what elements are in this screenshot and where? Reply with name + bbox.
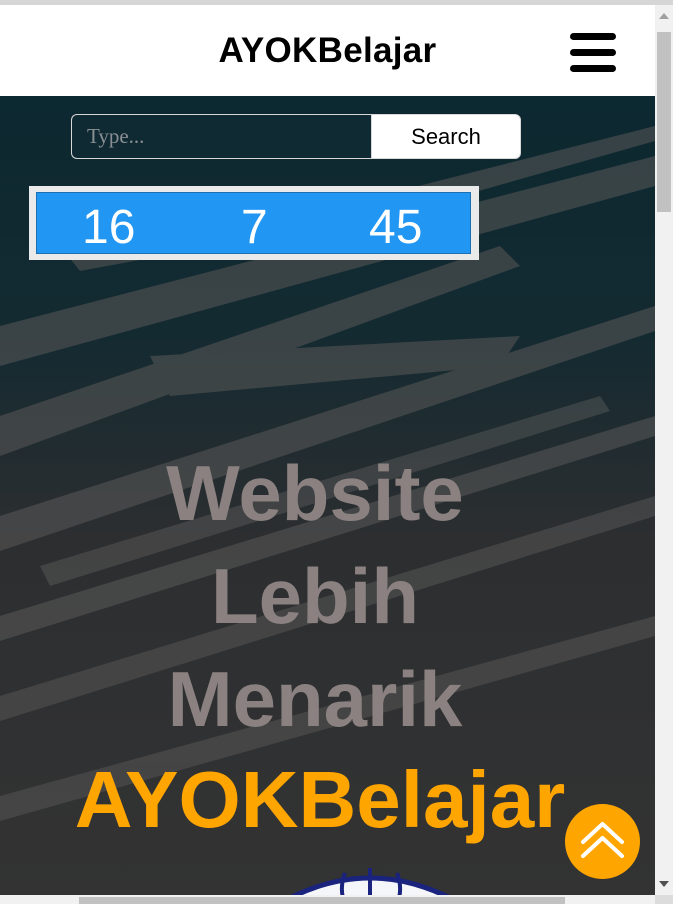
clock-minutes: 7 (241, 201, 268, 254)
hero-section: Search 16 7 45 Website Lebih Menarik AYO… (0, 96, 655, 896)
hero-headline-line2: Lebih (211, 552, 419, 640)
globe-icon (288, 868, 452, 898)
double-chevron-up-icon (581, 822, 624, 858)
clock-hours: 16 (82, 201, 136, 254)
hero-headline-line1: Website (166, 449, 464, 537)
hamburger-menu-icon[interactable] (570, 33, 616, 73)
scroll-down-arrow-icon[interactable] (659, 881, 669, 887)
clock-seconds: 45 (369, 201, 423, 254)
clock-display: 16 7 45 (36, 192, 471, 254)
scrollbar-corner (655, 895, 673, 904)
vertical-scrollbar-thumb[interactable] (657, 32, 671, 212)
horizontal-scrollbar-thumb[interactable] (79, 897, 565, 904)
search-form: Search (71, 114, 521, 159)
vertical-scrollbar[interactable] (655, 5, 673, 895)
search-input[interactable] (71, 114, 371, 159)
search-button[interactable]: Search (371, 114, 521, 159)
horizontal-scrollbar[interactable] (0, 895, 655, 904)
scroll-up-arrow-icon[interactable] (659, 13, 669, 19)
navbar-brand[interactable]: AYOKBelajar (0, 31, 655, 71)
hero-brand: AYOKBelajar (74, 755, 566, 844)
hero-headline-line3: Menarik (167, 655, 463, 743)
scroll-to-top-button[interactable] (565, 804, 640, 879)
digital-clock: 16 7 45 (29, 186, 479, 260)
navbar: AYOKBelajar (0, 5, 655, 96)
